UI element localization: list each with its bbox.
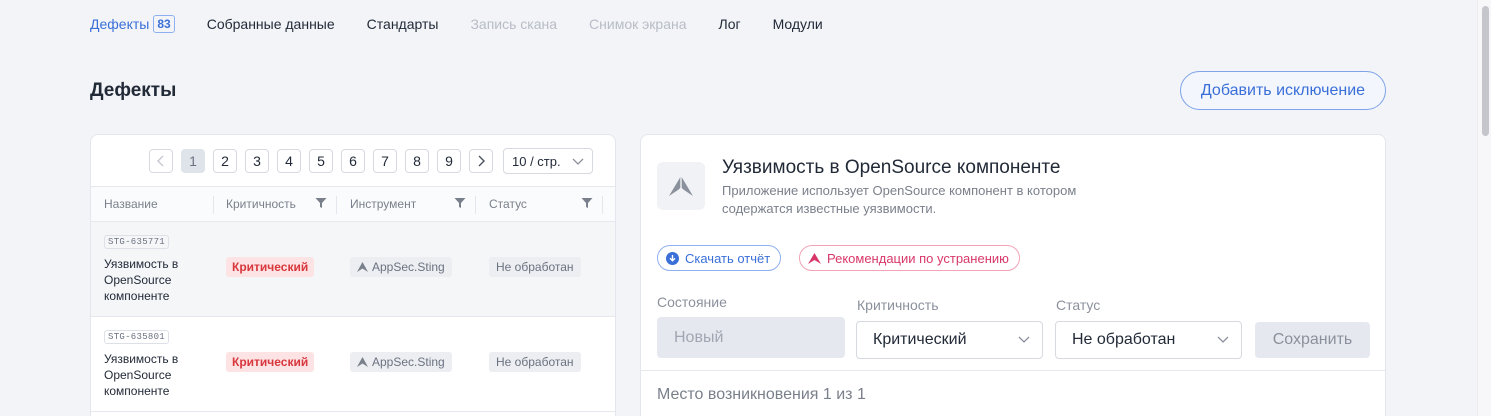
status-value: Не обработан [1072, 331, 1176, 348]
tool-badge: AppSec.Sting [350, 257, 452, 277]
state-field: Новый [657, 317, 845, 358]
detail-title: Уязвимость в OpenSource компоненте [722, 157, 1061, 178]
chevron-down-icon [572, 158, 584, 165]
filter-icon[interactable] [315, 197, 327, 209]
filter-icon[interactable] [581, 197, 593, 209]
criticality-select[interactable]: Критический [856, 321, 1043, 359]
chevron-right-icon [478, 155, 485, 167]
page-button[interactable]: 9 [437, 149, 461, 173]
sting-logo-icon [808, 252, 821, 264]
tab-screenshot[interactable]: Снимок экрана [589, 16, 686, 32]
defect-code: STG-635801 [104, 330, 170, 344]
column-divider [213, 196, 214, 214]
download-report-button[interactable]: Скачать отчёт [657, 245, 782, 271]
tab-scan-recording[interactable]: Запись скана [470, 16, 557, 32]
detail-description: Приложение использует OpenSource компоне… [722, 183, 1077, 216]
pagination: 1 2 3 4 5 6 7 8 9 10 / стр. [149, 148, 593, 174]
page-scrollbar[interactable] [1477, 0, 1491, 416]
per-page-value: 10 / стр. [512, 153, 561, 169]
defect-code: STG-635771 [104, 235, 170, 249]
top-nav: Дефекты 83 Собранные данные Стандарты За… [90, 14, 855, 34]
page-button[interactable]: 3 [245, 149, 269, 173]
scrollbar-thumb[interactable] [1482, 6, 1489, 136]
save-button[interactable]: Сохранить [1255, 322, 1370, 358]
criticality-label: Критичность [857, 297, 939, 313]
status-badge: Не обработан [489, 352, 581, 372]
filter-icon[interactable] [454, 197, 466, 209]
download-report-label: Скачать отчёт [685, 250, 771, 266]
tool-name: AppSec.Sting [372, 260, 445, 274]
page-button[interactable]: 4 [277, 149, 301, 173]
page-button[interactable]: 7 [373, 149, 397, 173]
tab-defects-label: Дефекты [90, 16, 150, 32]
column-divider [602, 196, 603, 214]
defect-name: Уязвимость в OpenSource компоненте [104, 257, 179, 303]
column-header-criticality: Критичность [226, 197, 296, 211]
table-row[interactable]: STG-635771 Уязвимость в OpenSource компо… [91, 222, 615, 317]
criticality-value: Критический [873, 331, 967, 348]
page-button[interactable]: 2 [213, 149, 237, 173]
tab-log[interactable]: Лог [719, 16, 741, 32]
table-row[interactable]: STG-635801 Уязвимость в OpenSource компо… [91, 317, 615, 412]
tab-modules[interactable]: Модули [773, 16, 823, 32]
occurrence-heading: Место возникновения 1 из 1 [657, 386, 866, 403]
page-title: Дефекты [90, 80, 177, 101]
next-page-button[interactable] [469, 149, 493, 173]
sting-logo-icon [357, 357, 368, 367]
criticality-badge: Критический [226, 352, 315, 372]
download-icon [666, 251, 679, 265]
per-page-select[interactable]: 10 / стр. [503, 148, 593, 174]
criticality-badge: Критический [226, 257, 315, 277]
tab-collected-data[interactable]: Собранные данные [207, 16, 335, 32]
defect-name: Уязвимость в OpenSource компоненте [104, 352, 179, 398]
defects-count-badge: 83 [153, 15, 175, 33]
defect-detail-panel: Уязвимость в OpenSource компоненте Прило… [640, 134, 1386, 416]
sting-logo-icon [357, 262, 368, 272]
column-divider [336, 196, 337, 214]
vulnerability-icon [657, 162, 705, 210]
tab-defects[interactable]: Дефекты 83 [90, 15, 175, 33]
column-header-tool: Инструмент [350, 197, 417, 211]
add-exception-button[interactable]: Добавить исключение [1180, 71, 1386, 110]
page-button[interactable]: 8 [405, 149, 429, 173]
column-header-name: Название [104, 197, 158, 211]
section-divider [641, 370, 1385, 371]
sting-logo-icon [669, 176, 693, 196]
status-select[interactable]: Не обработан [1055, 321, 1242, 359]
state-label: Состояние [657, 294, 727, 310]
chevron-left-icon [157, 155, 164, 167]
chevron-down-icon [1217, 336, 1229, 343]
tool-badge: AppSec.Sting [350, 352, 452, 372]
status-badge: Не обработан [489, 257, 581, 277]
page-button[interactable]: 6 [341, 149, 365, 173]
recommendations-button[interactable]: Рекомендации по устранению [799, 245, 1020, 271]
defects-list-panel: 1 2 3 4 5 6 7 8 9 10 / стр. Название Кри… [90, 134, 616, 416]
page-button[interactable]: 5 [309, 149, 333, 173]
chevron-down-icon [1018, 336, 1030, 343]
column-divider [475, 196, 476, 214]
tool-name: AppSec.Sting [372, 355, 445, 369]
page-button[interactable]: 1 [181, 149, 205, 173]
prev-page-button[interactable] [149, 149, 173, 173]
tab-standards[interactable]: Стандарты [367, 16, 439, 32]
table-header: Название Критичность Инструмент Статус [91, 186, 615, 222]
status-label: Статус [1056, 297, 1101, 313]
column-header-status: Статус [489, 197, 527, 211]
recommendations-label: Рекомендации по устранению [827, 250, 1009, 266]
